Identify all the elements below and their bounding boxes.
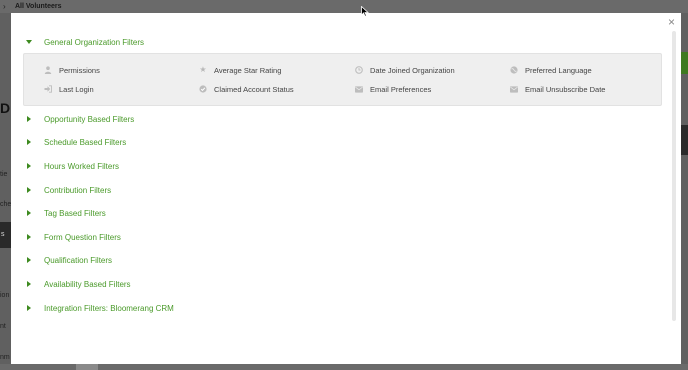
scrollbar[interactable] — [672, 31, 676, 321]
caret-right-icon — [27, 139, 31, 145]
background-text-fragment: ion — [0, 292, 10, 299]
section-tag-based-filters[interactable]: Tag Based Filters — [11, 206, 106, 220]
caret-right-icon — [27, 163, 31, 169]
check-circle-icon — [199, 85, 207, 93]
section-label: Integration Filters: Bloomerang CRM — [44, 303, 174, 313]
filter-email-preferences[interactable]: Email Preferences — [355, 83, 431, 95]
background-text-fragment: che — [0, 201, 12, 208]
envelope-icon — [510, 85, 518, 93]
caret-down-icon — [26, 40, 32, 44]
person-icon — [44, 66, 52, 74]
background-text-fragment: tie — [0, 171, 8, 178]
caret-right-icon — [27, 257, 31, 263]
filter-claimed-account-status[interactable]: Claimed Account Status — [199, 83, 294, 95]
section-schedule-based-filters[interactable]: Schedule Based Filters — [11, 135, 126, 149]
filters-modal: × General Organization Filters Permissio… — [11, 13, 681, 364]
caret-right-icon — [27, 187, 31, 193]
mouse-cursor-icon — [361, 6, 369, 17]
filter-email-unsubscribe-date[interactable]: Email Unsubscribe Date — [510, 83, 605, 95]
filter-label: Last Login — [59, 84, 94, 94]
star-icon: ★ — [199, 65, 207, 74]
section-label: Schedule Based Filters — [44, 137, 127, 147]
section-hours-worked-filters[interactable]: Hours Worked Filters — [11, 159, 119, 173]
filter-date-joined-organization[interactable]: Date Joined Organization — [355, 64, 455, 76]
section-availability-based-filters[interactable]: Availability Based Filters — [11, 277, 131, 291]
background-tab — [76, 364, 98, 370]
filter-preferred-language[interactable]: Preferred Language — [510, 64, 592, 76]
close-icon[interactable]: × — [668, 16, 675, 28]
filter-label: Preferred Language — [525, 65, 592, 75]
section-label: Opportunity Based Filters — [44, 114, 135, 124]
section-contribution-filters[interactable]: Contribution Filters — [11, 183, 111, 197]
caret-right-icon — [27, 210, 31, 216]
background-heading-fragment: D — [0, 100, 11, 116]
background-dark-panel — [681, 125, 688, 155]
filter-permissions[interactable]: Permissions — [44, 64, 100, 76]
caret-right-icon — [27, 116, 31, 122]
envelope-icon — [355, 85, 363, 93]
filter-label: Claimed Account Status — [214, 84, 294, 94]
section-label: Tag Based Filters — [44, 208, 106, 218]
background-green-button — [681, 52, 688, 74]
chevron-right-icon: › — [3, 2, 6, 11]
filter-label: Permissions — [59, 65, 100, 75]
background-left-edge — [0, 13, 11, 370]
caret-right-icon — [27, 281, 31, 287]
section-general-organization-filters[interactable]: General Organization Filters — [11, 35, 144, 49]
section-opportunity-based-filters[interactable]: Opportunity Based Filters — [11, 112, 134, 126]
sign-in-icon — [44, 85, 52, 93]
general-filters-panel: Permissions ★ Average Star Rating Date J… — [23, 53, 662, 106]
globe-icon — [510, 66, 518, 74]
background-text-fragment: s — [1, 231, 5, 238]
section-label: General Organization Filters — [44, 37, 145, 47]
filter-last-login[interactable]: Last Login — [44, 83, 94, 95]
background-page-title: All Volunteers — [15, 3, 62, 10]
background-header: › All Volunteers — [0, 0, 688, 13]
filter-average-star-rating[interactable]: ★ Average Star Rating — [199, 64, 281, 76]
section-label: Form Question Filters — [44, 232, 121, 242]
background-text-fragment: nm — [0, 354, 10, 361]
background-text-fragment: nt — [0, 323, 6, 330]
filter-label: Date Joined Organization — [370, 65, 455, 75]
filter-label: Email Unsubscribe Date — [525, 84, 606, 94]
section-form-question-filters[interactable]: Form Question Filters — [11, 230, 121, 244]
section-label: Contribution Filters — [44, 185, 112, 195]
filter-label: Email Preferences — [370, 84, 432, 94]
section-qualification-filters[interactable]: Qualification Filters — [11, 253, 112, 267]
caret-right-icon — [27, 234, 31, 240]
section-label: Availability Based Filters — [44, 279, 131, 289]
background-footer — [0, 364, 688, 370]
section-integration-filters-bloomerang[interactable]: Integration Filters: Bloomerang CRM — [11, 301, 174, 315]
caret-right-icon — [27, 305, 31, 311]
clock-icon — [355, 66, 363, 74]
section-label: Qualification Filters — [44, 255, 113, 265]
section-label: Hours Worked Filters — [44, 161, 119, 171]
filter-label: Average Star Rating — [214, 65, 282, 75]
